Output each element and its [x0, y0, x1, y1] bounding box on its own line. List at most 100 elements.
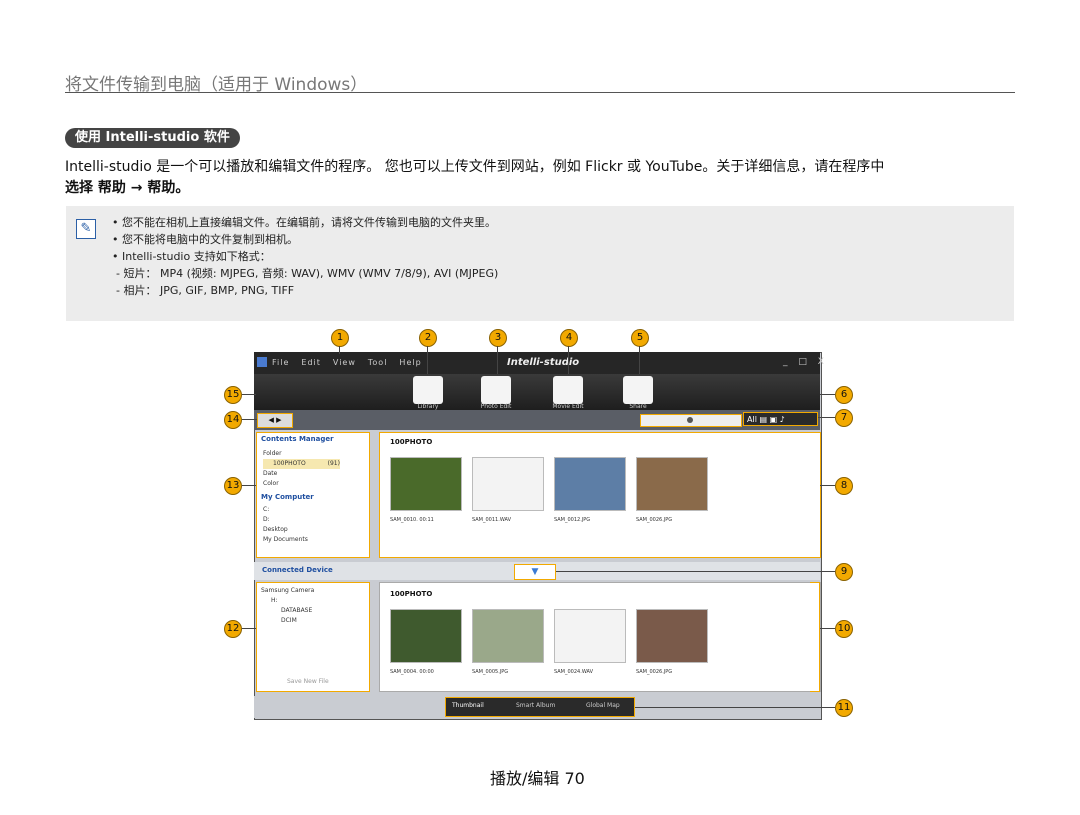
file-name: SAM_0004. 00:00 — [390, 669, 434, 675]
leader-line — [556, 571, 835, 572]
tab-global-map[interactable]: Global Map — [586, 702, 620, 709]
toolbar-photo-edit[interactable]: Photo Edit — [476, 374, 516, 410]
leader-line — [568, 346, 569, 374]
computer-tree: C: D: Desktop My Documents — [263, 505, 308, 545]
tab-thumbnail[interactable]: Thumbnail — [452, 702, 484, 709]
leader-line — [639, 346, 640, 374]
leader-line — [242, 485, 256, 486]
bottom-thumbnail-pane: 100PHOTO SAM_0004. 00:00 SAM_0005.JPG SA… — [379, 582, 821, 692]
view-mode-buttons[interactable]: All ▤ ▣ ♪ — [743, 412, 818, 426]
callout-8: 8 — [835, 477, 853, 495]
zoom-slider[interactable] — [640, 414, 742, 427]
thumb-audio[interactable] — [472, 457, 544, 511]
thumb-video[interactable] — [390, 609, 462, 663]
note-bullet: • 您不能将电脑中的文件复制到相机。 — [112, 233, 298, 246]
callout-3: 3 — [489, 329, 507, 347]
view-tabs: Thumbnail Smart Album Global Map — [445, 697, 635, 717]
top-thumbnail-pane: 100PHOTO SAM_0010. 00:11 SAM_0011.WAV SA… — [379, 432, 821, 558]
tab-smart-album[interactable]: Smart Album — [516, 702, 555, 709]
intro-text: Intelli-studio 是一个可以播放和编辑文件的程序。 您也可以上传文件… — [65, 157, 1015, 199]
tree-database[interactable]: DATABASE — [261, 606, 314, 616]
leader-line — [635, 707, 835, 708]
callout-12: 12 — [224, 620, 242, 638]
tree-drive-h[interactable]: H: — [261, 596, 314, 606]
toolbar-library[interactable]: Library — [408, 374, 448, 410]
movie-edit-label: Movie Edit — [552, 403, 584, 410]
thumb-video[interactable] — [390, 457, 462, 511]
thumb-sunset[interactable] — [636, 457, 708, 511]
intro-line-1: Intelli-studio 是一个可以播放和编辑文件的程序。 您也可以上传文件… — [65, 159, 885, 175]
share-label: Share — [629, 403, 647, 410]
callout-11: 11 — [835, 699, 853, 717]
thumb-garden[interactable] — [472, 609, 544, 663]
header-rule — [65, 92, 1015, 93]
toolbar-share[interactable]: Share — [618, 374, 658, 410]
file-name: SAM_0010. 00:11 — [390, 517, 434, 523]
back-forward-buttons[interactable]: ◀ ▶ — [257, 413, 293, 428]
callout-2: 2 — [419, 329, 437, 347]
zoom-slider-thumb[interactable] — [687, 417, 693, 423]
tree-drive-c[interactable]: C: — [263, 505, 308, 515]
leader-line — [427, 346, 428, 374]
toolbar-movie-edit[interactable]: Movie Edit — [548, 374, 588, 410]
bottom-scroll-frame — [810, 582, 820, 692]
photo-edit-label: Photo Edit — [480, 403, 512, 410]
callout-4: 4 — [560, 329, 578, 347]
tree-desktop[interactable]: Desktop — [263, 525, 308, 535]
app-menu: File Edit View Tool Help — [272, 358, 434, 367]
tree-my-documents[interactable]: My Documents — [263, 535, 308, 545]
library-label: Library — [417, 403, 439, 410]
thumb-train[interactable] — [636, 609, 708, 663]
contents-manager-pane: Contents Manager Folder 100PHOTO (91) Da… — [256, 432, 370, 558]
window-controls[interactable]: _ □ X — [783, 357, 828, 367]
share-globe-icon — [623, 376, 653, 404]
file-name: SAM_0024.WAV — [554, 669, 594, 675]
callout-7: 7 — [835, 409, 853, 427]
file-name: SAM_0012.JPG — [554, 517, 591, 523]
file-name: SAM_0026.JPG — [636, 517, 673, 523]
leader-line — [820, 485, 835, 486]
note-sub-item: - 相片： JPG, GIF, BMP, PNG, TIFF — [116, 284, 295, 297]
menu-view[interactable]: View — [333, 358, 356, 367]
page-footer: 播放/编辑 70 — [490, 769, 585, 788]
tree-samsung-camera[interactable]: Samsung Camera — [261, 586, 314, 596]
file-name: SAM_0005.JPG — [472, 669, 509, 675]
note-bullet: • 您不能在相机上直接编辑文件。在编辑前，请将文件传输到电脑的文件夹里。 — [112, 216, 496, 229]
contents-manager-title: Contents Manager — [261, 435, 334, 443]
menu-edit[interactable]: Edit — [301, 358, 321, 367]
menu-file[interactable]: File — [272, 358, 289, 367]
note-bullet: • Intelli-studio 支持如下格式： — [112, 250, 271, 263]
callout-13: 13 — [224, 477, 242, 495]
menu-help[interactable]: Help — [399, 358, 421, 367]
menu-tool[interactable]: Tool — [368, 358, 388, 367]
app-toolbar — [254, 374, 820, 410]
intro-line-2: 选择 帮助 → 帮助。 — [65, 180, 190, 196]
tree-color[interactable]: Color — [263, 479, 340, 489]
save-new-file-button[interactable]: Save New File — [287, 678, 329, 685]
callout-1: 1 — [331, 329, 349, 347]
section-pill: 使用 Intelli-studio 软件 — [65, 128, 240, 148]
view-all-button[interactable]: All — [747, 415, 757, 424]
tree-drive-d[interactable]: D: — [263, 515, 308, 525]
photo-edit-icon — [481, 376, 511, 404]
toggle-device-button[interactable]: ▼ — [514, 564, 556, 580]
callout-9: 9 — [835, 563, 853, 581]
bottom-folder-label: 100PHOTO — [390, 590, 433, 598]
my-computer-title: My Computer — [261, 493, 314, 501]
app-logo-icon — [257, 357, 267, 367]
tree-100photo[interactable]: 100PHOTO (91) — [263, 459, 340, 469]
file-name: SAM_0026.JPG — [636, 669, 673, 675]
leader-line — [242, 394, 256, 395]
callout-14: 14 — [224, 411, 242, 429]
thumb-door[interactable] — [554, 457, 626, 511]
note-pencil-icon: ✎ — [76, 219, 96, 239]
callout-10: 10 — [835, 620, 853, 638]
tree-dcim[interactable]: DCIM — [261, 616, 314, 626]
connected-device-label: Connected Device — [262, 566, 333, 574]
leader-line — [818, 417, 835, 418]
tree-folder[interactable]: Folder — [263, 449, 340, 459]
top-folder-label: 100PHOTO — [390, 438, 433, 446]
tree-date[interactable]: Date — [263, 469, 340, 479]
file-name: SAM_0011.WAV — [472, 517, 512, 523]
thumb-audio[interactable] — [554, 609, 626, 663]
